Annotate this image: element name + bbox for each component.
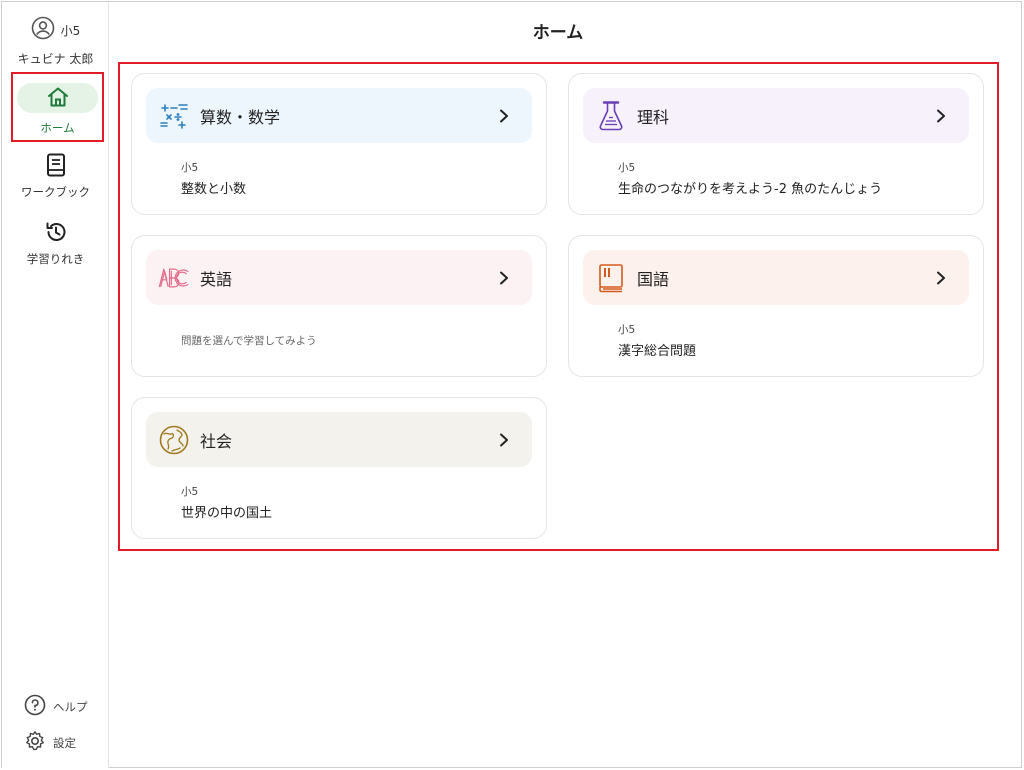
subject-card-japanese[interactable]: 国語 小5 漢字総合問題 — [568, 235, 984, 377]
subject-title: 算数・数学 — [200, 107, 281, 127]
subject-card-header[interactable]: 国語 — [583, 250, 969, 305]
help-icon — [24, 694, 46, 719]
history-icon — [2, 219, 109, 245]
subject-grade: 小5 — [181, 486, 199, 498]
home-icon — [46, 86, 70, 111]
globe-icon — [158, 424, 190, 456]
subject-card-english[interactable]: 英語 問題を選んで学習してみよう — [131, 235, 547, 377]
user-name: キュビナ 太郎 — [17, 52, 94, 66]
home-pill — [17, 83, 98, 113]
subject-grade: 小5 — [181, 162, 199, 174]
subject-card-social[interactable]: 社会 小5 世界の中の国土 — [131, 397, 547, 539]
subject-unit: 世界の中の国土 — [181, 506, 273, 521]
subject-unit: 漢字総合問題 — [618, 344, 697, 359]
math-icon — [158, 100, 190, 132]
subject-card-header[interactable]: 英語 — [146, 250, 532, 305]
main-content: ホーム 算数・数学 小5 整数と小数 理科 小5 生命のつながりを考えよう-2 — [110, 2, 1022, 768]
subject-title: 国語 — [637, 269, 670, 289]
sidebar-item-label: ホーム — [40, 121, 75, 135]
subject-title: 理科 — [637, 107, 670, 127]
sidebar-item-workbook[interactable]: ワークブック — [2, 152, 109, 200]
user-profile[interactable]: 小5 キュビナ 太郎 — [2, 16, 109, 67]
subject-card-header[interactable]: 理科 — [583, 88, 969, 143]
subject-card-header[interactable]: 算数・数学 — [146, 88, 532, 143]
help-label: ヘルプ — [53, 699, 88, 714]
subject-card-header[interactable]: 社会 — [146, 412, 532, 467]
help-link[interactable]: ヘルプ — [24, 694, 88, 719]
subject-unit: 整数と小数 — [181, 182, 247, 197]
user-icon — [31, 16, 55, 44]
settings-link[interactable]: 設定 — [24, 730, 76, 755]
subject-card-math[interactable]: 算数・数学 小5 整数と小数 — [131, 73, 547, 215]
chevron-right-icon — [931, 106, 951, 126]
sidebar-item-home[interactable]: ホーム — [11, 72, 104, 142]
book-icon — [595, 262, 627, 294]
subject-grade: 小5 — [618, 162, 636, 174]
chevron-right-icon — [494, 268, 514, 288]
workbook-icon — [2, 152, 109, 178]
subject-unit: 生命のつながりを考えよう-2 魚のたんじょう — [618, 182, 883, 197]
user-grade: 小5 — [60, 23, 81, 38]
chevron-right-icon — [494, 430, 514, 450]
flask-icon — [595, 100, 627, 132]
page-title: ホーム — [532, 23, 584, 43]
subject-title: 社会 — [200, 431, 233, 451]
gear-icon — [24, 730, 46, 755]
abc-icon — [158, 262, 190, 294]
chevron-right-icon — [931, 268, 951, 288]
sidebar-item-label: 学習りれき — [26, 252, 85, 266]
subject-hint: 問題を選んで学習してみよう — [181, 335, 317, 347]
sidebar-item-history[interactable]: 学習りれき — [2, 219, 109, 267]
settings-label: 設定 — [53, 735, 76, 750]
sidebar-item-label: ワークブック — [21, 185, 90, 199]
subject-card-science[interactable]: 理科 小5 生命のつながりを考えよう-2 魚のたんじょう — [568, 73, 984, 215]
chevron-right-icon — [494, 106, 514, 126]
sidebar: 小5 キュビナ 太郎 ホーム ワークブック 学習りれき ヘルプ 設定 — [2, 2, 109, 768]
subject-grade: 小5 — [618, 324, 636, 336]
subject-title: 英語 — [200, 269, 233, 289]
